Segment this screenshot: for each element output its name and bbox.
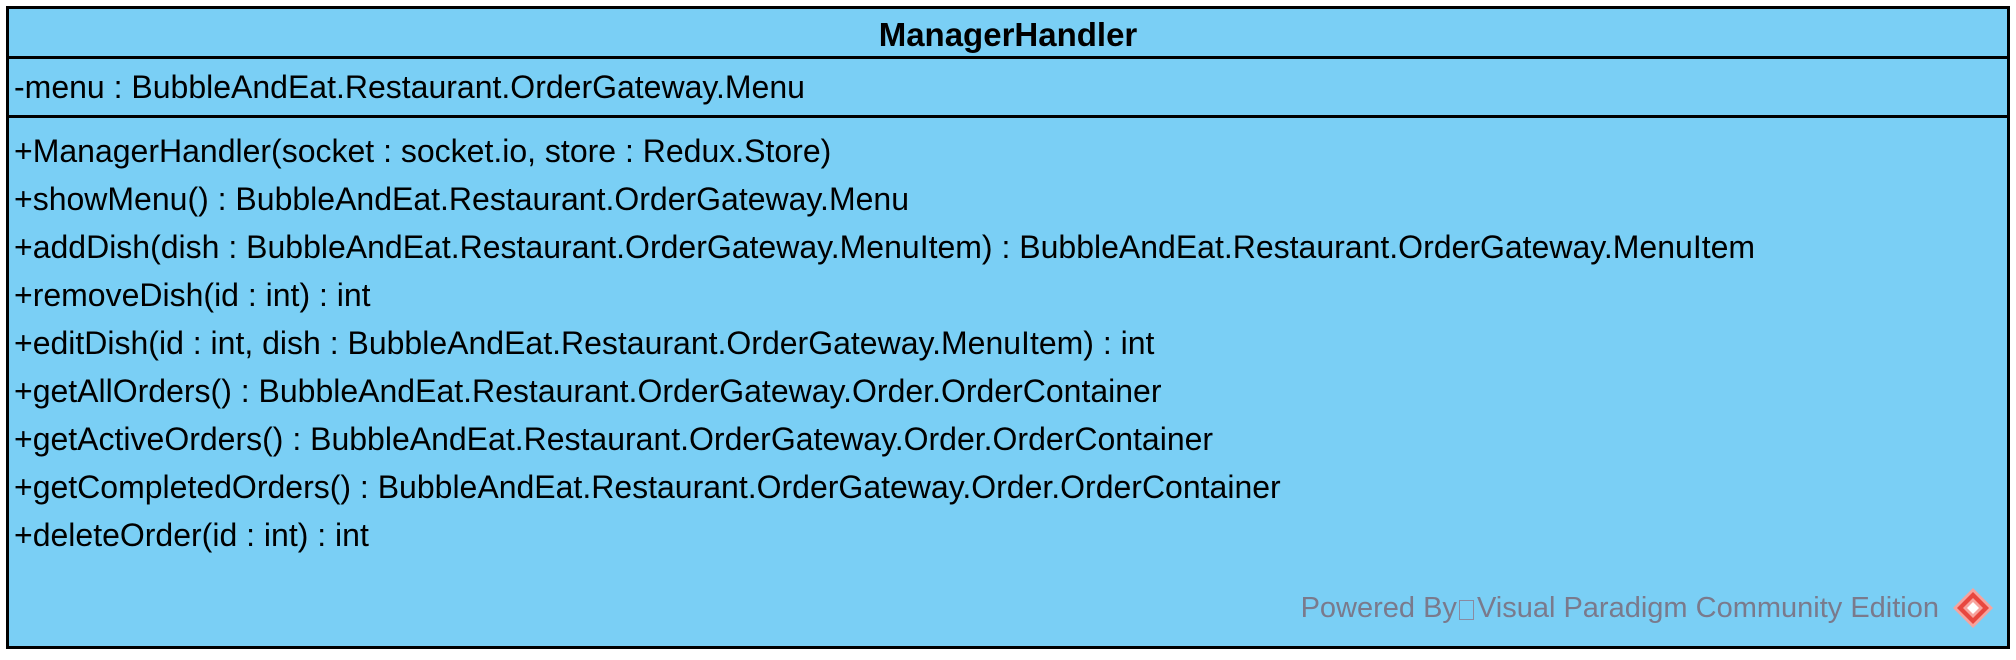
operation-edit-dish: +editDish(id : int, dish : BubbleAndEat.… bbox=[14, 325, 1155, 361]
missing-glyph-icon bbox=[1458, 600, 1474, 620]
operation-get-all-orders: +getAllOrders() : BubbleAndEat.Restauran… bbox=[14, 373, 1162, 409]
operation-delete-order: +deleteOrder(id : int) : int bbox=[14, 517, 369, 553]
attribute-menu: -menu : BubbleAndEat.Restaurant.OrderGat… bbox=[14, 69, 805, 105]
operations-compartment: +ManagerHandler(socket : socket.io, stor… bbox=[9, 118, 2007, 559]
watermark-prefix: Powered By bbox=[1300, 591, 1457, 624]
operation-constructor: +ManagerHandler(socket : socket.io, stor… bbox=[14, 133, 832, 169]
operation-add-dish: +addDish(dish : BubbleAndEat.Restaurant.… bbox=[14, 229, 1756, 265]
operation-show-menu: +showMenu() : BubbleAndEat.Restaurant.Or… bbox=[14, 181, 909, 217]
attributes-compartment: -menu : BubbleAndEat.Restaurant.OrderGat… bbox=[9, 59, 2007, 118]
uml-class-box[interactable]: ManagerHandler -menu : BubbleAndEat.Rest… bbox=[6, 6, 2010, 649]
visual-paradigm-logo-icon bbox=[1953, 588, 1993, 628]
operation-get-active-orders: +getActiveOrders() : BubbleAndEat.Restau… bbox=[14, 421, 1214, 457]
operation-remove-dish: +removeDish(id : int) : int bbox=[14, 277, 371, 313]
class-name: ManagerHandler bbox=[9, 9, 2007, 59]
powered-by-watermark: Powered By Visual Paradigm Community Edi… bbox=[1301, 584, 1995, 632]
operation-get-completed-orders: +getCompletedOrders() : BubbleAndEat.Res… bbox=[14, 469, 1281, 505]
watermark-product: Visual Paradigm Community Edition bbox=[1476, 591, 1939, 624]
